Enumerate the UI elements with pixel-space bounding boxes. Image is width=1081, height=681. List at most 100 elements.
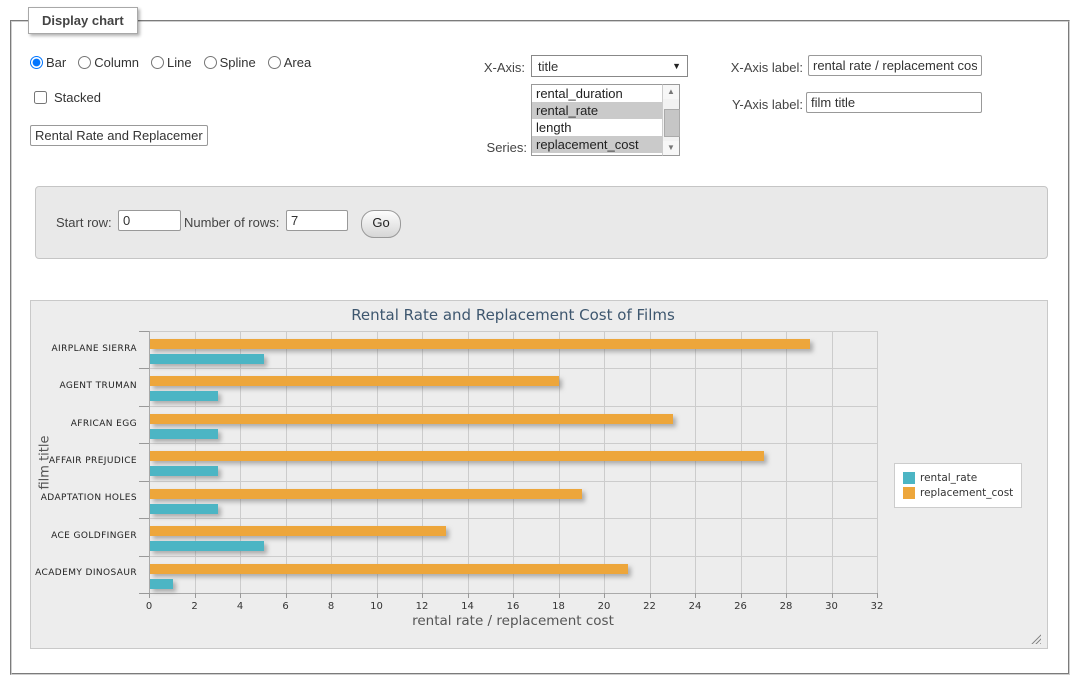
chart-type-radio[interactable] bbox=[151, 56, 164, 69]
chart-type-option[interactable]: Bar bbox=[30, 55, 66, 70]
chart-type-label: Line bbox=[167, 55, 192, 70]
grid-line-v bbox=[195, 331, 196, 593]
bar-rental_rate bbox=[150, 504, 218, 514]
grid-line-v bbox=[741, 331, 742, 593]
stacked-option[interactable]: Stacked bbox=[30, 88, 101, 107]
category-label: AGENT TRUMAN bbox=[31, 381, 137, 391]
go-button[interactable]: Go bbox=[361, 210, 401, 238]
x-axis-label-label: X-Axis label: bbox=[715, 60, 803, 75]
category-label: AFFAIR PREJUDICE bbox=[31, 456, 137, 466]
y-axis-tick bbox=[139, 368, 149, 369]
chart-type-option[interactable]: Column bbox=[78, 55, 139, 70]
series-option[interactable]: replacement_cost bbox=[532, 136, 663, 153]
series-option[interactable]: rental_rate bbox=[532, 102, 663, 119]
scrollbar-thumb[interactable] bbox=[664, 109, 680, 137]
x-tick-label: 28 bbox=[771, 601, 801, 612]
series-option[interactable]: rental_duration bbox=[532, 85, 663, 102]
y-axis-tick bbox=[139, 593, 149, 594]
legend-label: rental_rate bbox=[920, 472, 977, 484]
chart-type-radio[interactable] bbox=[268, 56, 281, 69]
grid-line-v bbox=[832, 331, 833, 593]
start-row-input[interactable] bbox=[118, 210, 181, 231]
chart-type-label: Column bbox=[94, 55, 139, 70]
bar-rental_rate bbox=[150, 391, 218, 401]
legend-item-replacement_cost[interactable]: replacement_cost bbox=[903, 487, 1013, 499]
scroll-down-icon[interactable]: ▼ bbox=[663, 141, 679, 155]
x-tick-label: 6 bbox=[271, 601, 301, 612]
chart-panel: Rental Rate and Replacement Cost of Film… bbox=[30, 300, 1048, 649]
x-tick-label: 24 bbox=[680, 601, 710, 612]
chart-type-option[interactable]: Line bbox=[151, 55, 192, 70]
number-of-rows-input[interactable] bbox=[286, 210, 348, 231]
x-axis-tick bbox=[377, 593, 378, 598]
bar-replacement_cost bbox=[150, 414, 673, 424]
category-label: ACE GOLDFINGER bbox=[31, 531, 137, 541]
series-listbox-scrollbar[interactable]: ▲ ▼ bbox=[662, 84, 680, 156]
x-axis-tick bbox=[240, 593, 241, 598]
x-tick-label: 0 bbox=[134, 601, 164, 612]
grid-line-v bbox=[377, 331, 378, 593]
grid-line-v bbox=[650, 331, 651, 593]
bar-rental_rate bbox=[150, 354, 264, 364]
x-axis-tick bbox=[422, 593, 423, 598]
x-axis-tick bbox=[331, 593, 332, 598]
grid-line-v bbox=[468, 331, 469, 593]
start-row-label: Start row: bbox=[56, 215, 112, 230]
series-label: Series: bbox=[455, 140, 527, 155]
category-label: AFRICAN EGG bbox=[31, 419, 137, 429]
bar-replacement_cost bbox=[150, 564, 628, 574]
y-axis-tick bbox=[139, 443, 149, 444]
x-tick-label: 18 bbox=[544, 601, 574, 612]
legend-swatch-icon bbox=[903, 472, 915, 484]
row-range-panel: Start row: Number of rows: Go bbox=[35, 186, 1048, 259]
legend-item-rental_rate[interactable]: rental_rate bbox=[903, 472, 1013, 484]
series-option[interactable]: length bbox=[532, 119, 663, 136]
x-axis-select-label: X-Axis: bbox=[455, 60, 525, 75]
scroll-up-icon[interactable]: ▲ bbox=[663, 85, 679, 99]
series-listbox-options[interactable]: rental_durationrental_ratelengthreplacem… bbox=[531, 84, 664, 156]
category-label: ADAPTATION HOLES bbox=[31, 493, 137, 503]
chart-type-option[interactable]: Area bbox=[268, 55, 311, 70]
x-tick-label: 12 bbox=[407, 601, 437, 612]
x-axis-tick bbox=[832, 593, 833, 598]
y-axis-tick bbox=[139, 518, 149, 519]
chart-type-radio[interactable] bbox=[30, 56, 43, 69]
category-label: ACADEMY DINOSAUR bbox=[31, 568, 137, 578]
x-tick-label: 8 bbox=[316, 601, 346, 612]
grid-line-v bbox=[604, 331, 605, 593]
x-tick-label: 20 bbox=[589, 601, 619, 612]
chart-type-radio[interactable] bbox=[204, 56, 217, 69]
x-tick-label: 14 bbox=[453, 601, 483, 612]
y-axis-tick bbox=[139, 331, 149, 332]
chart-type-option[interactable]: Spline bbox=[204, 55, 256, 70]
bar-replacement_cost bbox=[150, 451, 764, 461]
x-axis-tick bbox=[149, 593, 150, 598]
x-axis-tick bbox=[559, 593, 560, 598]
x-tick-label: 30 bbox=[817, 601, 847, 612]
y-axis-tick bbox=[139, 406, 149, 407]
chart-type-label: Spline bbox=[220, 55, 256, 70]
x-tick-label: 16 bbox=[498, 601, 528, 612]
x-axis-tick bbox=[650, 593, 651, 598]
grid-line-v bbox=[695, 331, 696, 593]
x-axis-label-input[interactable] bbox=[808, 55, 982, 76]
stacked-checkbox[interactable] bbox=[34, 91, 47, 104]
x-axis-tick bbox=[695, 593, 696, 598]
bar-replacement_cost bbox=[150, 489, 582, 499]
bar-replacement_cost bbox=[150, 376, 559, 386]
bar-rental_rate bbox=[150, 466, 218, 476]
chart-type-radio[interactable] bbox=[78, 56, 91, 69]
x-tick-label: 2 bbox=[180, 601, 210, 612]
x-axis-select[interactable]: title ▼ bbox=[531, 55, 688, 77]
chart-title: Rental Rate and Replacement Cost of Film… bbox=[149, 306, 877, 324]
chart-title-input[interactable] bbox=[30, 125, 208, 146]
y-axis-label-input[interactable] bbox=[806, 92, 982, 113]
x-axis-select-value: title bbox=[538, 59, 558, 74]
legend-label: replacement_cost bbox=[920, 487, 1013, 499]
y-axis-tick bbox=[139, 556, 149, 557]
x-axis-tick bbox=[468, 593, 469, 598]
y-axis-label-label: Y-Axis label: bbox=[715, 97, 803, 112]
x-axis-tick bbox=[786, 593, 787, 598]
x-tick-label: 10 bbox=[362, 601, 392, 612]
x-tick-label: 22 bbox=[635, 601, 665, 612]
